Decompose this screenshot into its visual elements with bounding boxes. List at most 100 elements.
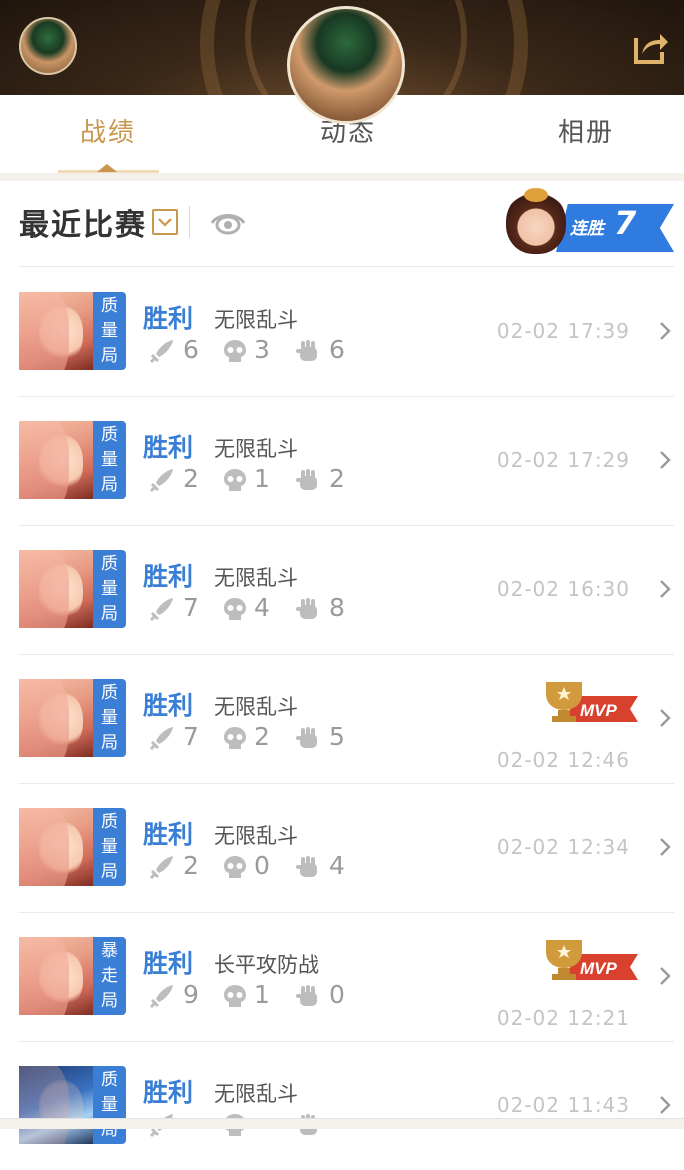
match-result: 胜利 xyxy=(143,949,194,978)
match-type-badge: 质量局 xyxy=(93,292,126,370)
hero-portrait xyxy=(19,421,97,499)
user-avatar[interactable] xyxy=(287,6,405,124)
deaths-value: 0 xyxy=(254,851,270,880)
assists-value: 2 xyxy=(329,464,345,493)
badge-char: 局 xyxy=(101,475,118,495)
badge-char: 质 xyxy=(101,812,118,832)
kills-value: 9 xyxy=(183,980,199,1009)
match-result: 胜利 xyxy=(143,820,194,849)
badge-char: 质 xyxy=(101,683,118,703)
game-mode: 无限乱斗 xyxy=(214,437,298,461)
tab-records[interactable]: 战绩 xyxy=(48,95,168,173)
assists-value: 8 xyxy=(329,593,345,622)
game-mode: 无限乱斗 xyxy=(214,566,298,590)
divider xyxy=(189,206,190,238)
match-time: 02-02 12:21 xyxy=(496,1006,630,1030)
match-type-badge: 质量局 xyxy=(93,421,126,499)
streak-label: 连胜 xyxy=(570,219,604,239)
skull-icon xyxy=(224,469,246,491)
trophy-mvp-icon: MVP xyxy=(546,940,638,980)
match-result: 胜利 xyxy=(143,433,194,462)
match-time: 02-02 12:34 xyxy=(496,835,630,859)
match-row[interactable]: 暴走局胜利 长平攻防战 9 1 0 MVP 02-02 12:21 xyxy=(0,912,684,1041)
kills-value: 6 xyxy=(183,335,199,364)
match-time: 02-02 16:30 xyxy=(496,577,630,601)
match-row[interactable]: 质量局胜利 无限乱斗 7 4 8 02-02 16:30 xyxy=(0,525,684,654)
tab-album[interactable]: 相册 xyxy=(526,95,646,173)
chevron-right-icon[interactable] xyxy=(658,965,672,987)
chevron-right-icon[interactable] xyxy=(658,320,672,342)
match-type-badge: 质量局 xyxy=(93,679,126,757)
sword-icon xyxy=(149,856,173,880)
chevron-right-icon[interactable] xyxy=(658,449,672,471)
chevron-right-icon[interactable] xyxy=(658,1094,672,1116)
chevron-right-icon[interactable] xyxy=(658,578,672,600)
chevron-right-icon[interactable] xyxy=(658,707,672,729)
eye-icon[interactable] xyxy=(210,208,246,236)
win-streak-badge: 连胜 7 xyxy=(506,188,674,256)
skull-icon xyxy=(224,985,246,1007)
match-row[interactable]: 质量局胜利 无限乱斗 7 2 5 MVP 02-02 12:46 xyxy=(0,654,684,783)
share-icon[interactable] xyxy=(632,28,670,66)
skull-icon xyxy=(224,340,246,362)
hero-portrait xyxy=(19,808,97,886)
kills-value: 7 xyxy=(183,593,199,622)
deaths-value: 3 xyxy=(254,335,270,364)
match-row[interactable]: 质量局胜利 无限乱斗 02-02 11:43 xyxy=(0,1041,684,1170)
badge-char: 局 xyxy=(101,733,118,753)
assists-value: 0 xyxy=(329,980,345,1009)
recent-filter-dropdown[interactable] xyxy=(152,209,178,235)
hero-portrait xyxy=(19,679,97,757)
badge-char: 走 xyxy=(101,966,118,986)
user-avatar-small[interactable] xyxy=(19,17,77,75)
sword-icon xyxy=(149,985,173,1009)
game-mode: 无限乱斗 xyxy=(214,308,298,332)
match-type-badge: 暴走局 xyxy=(93,937,126,1015)
skull-icon xyxy=(224,856,246,878)
badge-char: 质 xyxy=(101,425,118,445)
match-row[interactable]: 质量局胜利 无限乱斗 2 0 4 02-02 12:34 xyxy=(0,783,684,912)
badge-char: 局 xyxy=(101,862,118,882)
badge-char: 量 xyxy=(101,1095,118,1115)
badge-char: 质 xyxy=(101,296,118,316)
mvp-label: MVP xyxy=(580,701,618,720)
fist-icon xyxy=(296,469,317,490)
kills-value: 2 xyxy=(183,851,199,880)
match-result: 胜利 xyxy=(143,562,194,591)
assists-value: 5 xyxy=(329,722,345,751)
trophy-mvp-icon: MVP xyxy=(546,682,638,722)
badge-char: 质 xyxy=(101,1070,118,1090)
bottom-bar xyxy=(0,1118,684,1129)
chevron-right-icon[interactable] xyxy=(658,836,672,858)
fist-icon xyxy=(296,856,317,877)
streak-character-icon xyxy=(506,188,566,254)
kills-value: 7 xyxy=(183,722,199,751)
match-row[interactable]: 质量局胜利 无限乱斗 6 3 6 02-02 17:39 xyxy=(0,267,684,396)
match-type-badge: 质量局 xyxy=(93,550,126,628)
deaths-value: 1 xyxy=(254,464,270,493)
match-time: 02-02 17:39 xyxy=(496,319,630,343)
badge-char: 量 xyxy=(101,579,118,599)
mvp-label: MVP xyxy=(580,959,618,978)
fist-icon xyxy=(296,340,317,361)
badge-char: 暴 xyxy=(101,941,118,961)
sword-icon xyxy=(149,340,173,364)
match-type-badge: 质量局 xyxy=(93,808,126,886)
skull-icon xyxy=(224,727,246,749)
match-row[interactable]: 质量局胜利 无限乱斗 2 1 2 02-02 17:29 xyxy=(0,396,684,525)
assists-value: 6 xyxy=(329,335,345,364)
deaths-value: 1 xyxy=(254,980,270,1009)
sword-icon xyxy=(149,469,173,493)
match-time: 02-02 17:29 xyxy=(496,448,630,472)
match-time: 02-02 12:46 xyxy=(496,748,630,772)
fist-icon xyxy=(296,985,317,1006)
match-type-badge: 质量局 xyxy=(93,1066,126,1144)
badge-char: 局 xyxy=(101,604,118,624)
badge-char: 局 xyxy=(101,346,118,366)
match-result: 胜利 xyxy=(143,304,194,333)
match-result: 胜利 xyxy=(143,691,194,720)
deaths-value: 4 xyxy=(254,593,270,622)
badge-char: 质 xyxy=(101,554,118,574)
badge-char: 量 xyxy=(101,837,118,857)
recent-matches-title: 最近比赛 xyxy=(19,208,147,243)
